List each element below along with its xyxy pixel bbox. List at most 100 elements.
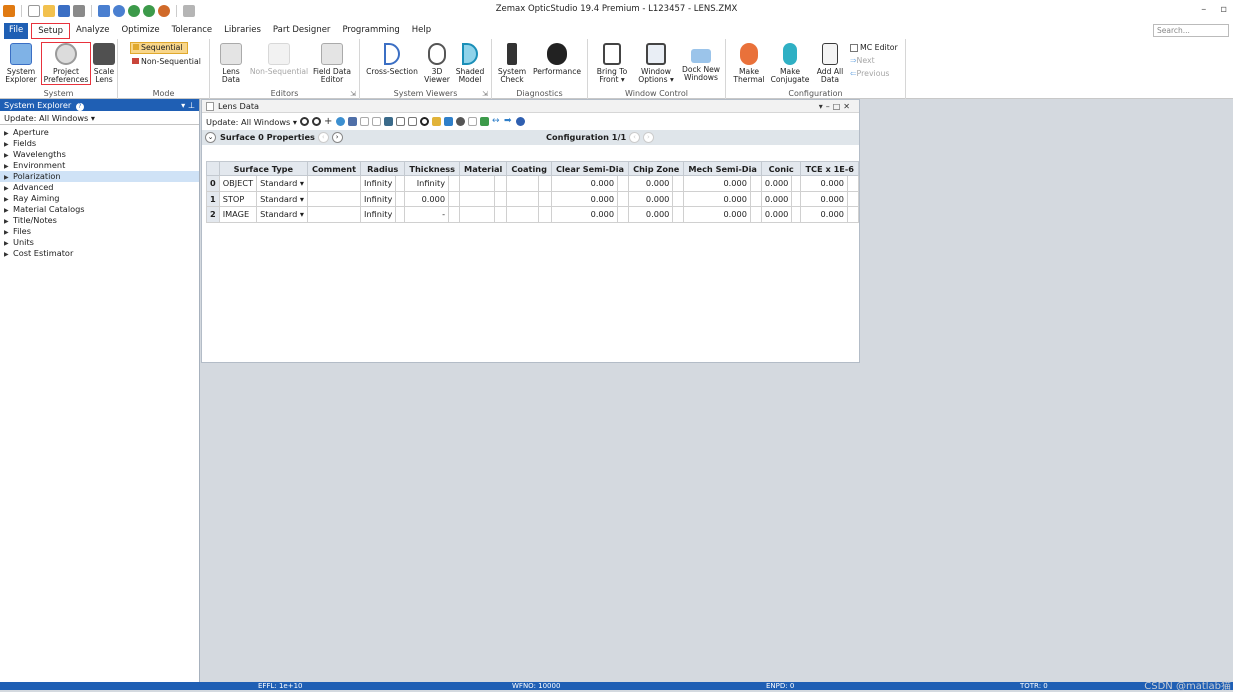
solve-cell[interactable] <box>792 176 801 192</box>
row-number[interactable]: 1 <box>207 191 220 207</box>
material-cell[interactable] <box>460 191 495 207</box>
solve-cell[interactable] <box>449 191 460 207</box>
thickness-cell[interactable]: 0.000 <box>405 191 449 207</box>
radius-cell[interactable]: Infinity <box>361 176 396 192</box>
system-check-button[interactable]: System Check <box>496 43 528 84</box>
mech-semi-dia-cell[interactable]: 0.000 <box>684 191 751 207</box>
tab-part-designer[interactable]: Part Designer <box>267 23 337 39</box>
tab-libraries[interactable]: Libraries <box>218 23 267 39</box>
make-thermal-button[interactable]: Make Thermal <box>732 43 766 84</box>
chip-zone-cell[interactable]: 0.000 <box>629 191 673 207</box>
explorer-item-ray-aiming[interactable]: ▶Ray Aiming <box>0 193 199 204</box>
conic-cell[interactable]: 0.000 <box>761 207 791 223</box>
coating-cell[interactable] <box>507 191 538 207</box>
explorer-item-fields[interactable]: ▶Fields <box>0 138 199 149</box>
gradient-icon[interactable] <box>468 117 477 126</box>
surface-type-cell[interactable]: Standard ▾ <box>257 207 308 223</box>
arrows-icon[interactable]: ↔ <box>492 117 501 126</box>
explorer-item-title-notes[interactable]: ▶Title/Notes <box>0 215 199 226</box>
explorer-item-advanced[interactable]: ▶Advanced <box>0 182 199 193</box>
thickness-cell[interactable]: - <box>405 207 449 223</box>
surface-type-cell[interactable]: Standard ▾ <box>257 191 308 207</box>
conic-cell[interactable]: 0.000 <box>761 191 791 207</box>
make-focal-icon[interactable] <box>384 117 393 126</box>
solve-cell[interactable] <box>618 207 629 223</box>
previous-config-button[interactable]: ⇐Previous <box>850 69 890 78</box>
surface-name-cell[interactable]: OBJECT <box>219 176 256 192</box>
column-header[interactable]: Material <box>460 162 507 176</box>
tilt-decenter-icon[interactable] <box>444 117 453 126</box>
minimize-icon[interactable]: – <box>1201 4 1206 15</box>
explorer-item-polarization[interactable]: ▶Polarization <box>0 171 199 182</box>
lens-update-dropdown[interactable]: Update: All Windows ▾ <box>206 117 297 127</box>
explorer-item-units[interactable]: ▶Units <box>0 237 199 248</box>
solve-cell[interactable] <box>618 176 629 192</box>
explorer-item-material-catalogs[interactable]: ▶Material Catalogs <box>0 204 199 215</box>
explorer-item-wavelengths[interactable]: ▶Wavelengths <box>0 149 199 160</box>
conic-cell[interactable]: 0.000 <box>761 176 791 192</box>
solve-cell[interactable] <box>792 191 801 207</box>
solve-cell[interactable] <box>538 176 551 192</box>
help-icon[interactable] <box>516 117 525 126</box>
prev-surface-icon[interactable]: ‹ <box>318 132 329 143</box>
circle-solve-icon[interactable] <box>420 117 429 126</box>
solve-cell[interactable] <box>538 207 551 223</box>
pin-icon[interactable]: ▾ ⊥ <box>181 99 195 111</box>
column-header[interactable]: TCE x 1E-6 <box>801 162 859 176</box>
column-header[interactable]: Clear Semi-Dia <box>551 162 628 176</box>
3d-viewer-button[interactable]: 3D Viewer <box>422 43 452 84</box>
settings-icon[interactable] <box>348 117 357 126</box>
shaded-model-button[interactable]: Shaded Model <box>454 43 486 84</box>
explorer-item-environment[interactable]: ▶Environment <box>0 160 199 171</box>
explorer-item-cost-estimator[interactable]: ▶Cost Estimator <box>0 248 199 259</box>
solve-cell[interactable] <box>750 191 761 207</box>
column-header[interactable]: Conic <box>761 162 801 176</box>
solve-cell[interactable] <box>494 207 507 223</box>
bring-to-front-button[interactable]: Bring To Front ▾ <box>592 43 632 84</box>
lens-data-button[interactable]: Lens Data <box>216 43 246 84</box>
row-number[interactable]: 2 <box>207 207 220 223</box>
tab-file[interactable]: File <box>4 23 28 39</box>
column-header[interactable]: Comment <box>308 162 361 176</box>
sequential-button[interactable]: Sequential <box>130 42 188 54</box>
dock-new-windows-button[interactable]: Dock New Windows <box>680 43 722 82</box>
reload-icon[interactable] <box>300 117 309 126</box>
tab-help[interactable]: Help <box>406 23 437 39</box>
maximize-icon[interactable]: □ <box>833 102 844 111</box>
surface-name-cell[interactable]: IMAGE <box>219 207 256 223</box>
mc-editor-button[interactable]: MC Editor <box>850 43 898 52</box>
pickup-icon[interactable] <box>396 117 405 126</box>
solve-cell[interactable] <box>750 207 761 223</box>
window-options-button[interactable]: Window Options ▾ <box>634 43 678 84</box>
clear-semi-dia-cell[interactable]: 0.000 <box>551 176 617 192</box>
solve-cell[interactable] <box>538 191 551 207</box>
field-data-editor-button[interactable]: Field Data Editor <box>310 43 354 84</box>
column-header[interactable]: Thickness <box>405 162 460 176</box>
tab-programming[interactable]: Programming <box>336 23 405 39</box>
material-cell[interactable] <box>460 176 495 192</box>
solve-cell[interactable] <box>449 176 460 192</box>
thickness-cell[interactable]: Infinity <box>405 176 449 192</box>
next-surface-icon[interactable]: › <box>332 132 343 143</box>
coating-cell[interactable] <box>507 176 538 192</box>
solve-cell[interactable] <box>673 207 684 223</box>
tce-cell[interactable]: 0.000 <box>801 191 848 207</box>
explorer-item-files[interactable]: ▶Files <box>0 226 199 237</box>
comment-cell[interactable] <box>308 207 361 223</box>
chip-zone-cell[interactable]: 0.000 <box>629 176 673 192</box>
solve-cell[interactable] <box>494 191 507 207</box>
project-preferences-button[interactable]: Project Preferences <box>42 43 90 84</box>
dual-pickup-icon[interactable] <box>408 117 417 126</box>
clear-semi-dia-cell[interactable]: 0.000 <box>551 191 617 207</box>
solve-cell[interactable] <box>618 191 629 207</box>
row-number[interactable]: 0 <box>207 176 220 192</box>
solve-cell[interactable] <box>673 176 684 192</box>
solve-cell[interactable] <box>848 207 859 223</box>
system-explorer-button[interactable]: System Explorer <box>4 43 38 84</box>
add-all-data-button[interactable]: Add All Data <box>814 43 846 84</box>
minimize-icon[interactable]: – <box>826 102 833 111</box>
comment-cell[interactable] <box>308 191 361 207</box>
prev-config-icon[interactable]: ‹ <box>629 132 640 143</box>
solve-cell[interactable] <box>396 176 405 192</box>
solve-cell[interactable] <box>396 191 405 207</box>
